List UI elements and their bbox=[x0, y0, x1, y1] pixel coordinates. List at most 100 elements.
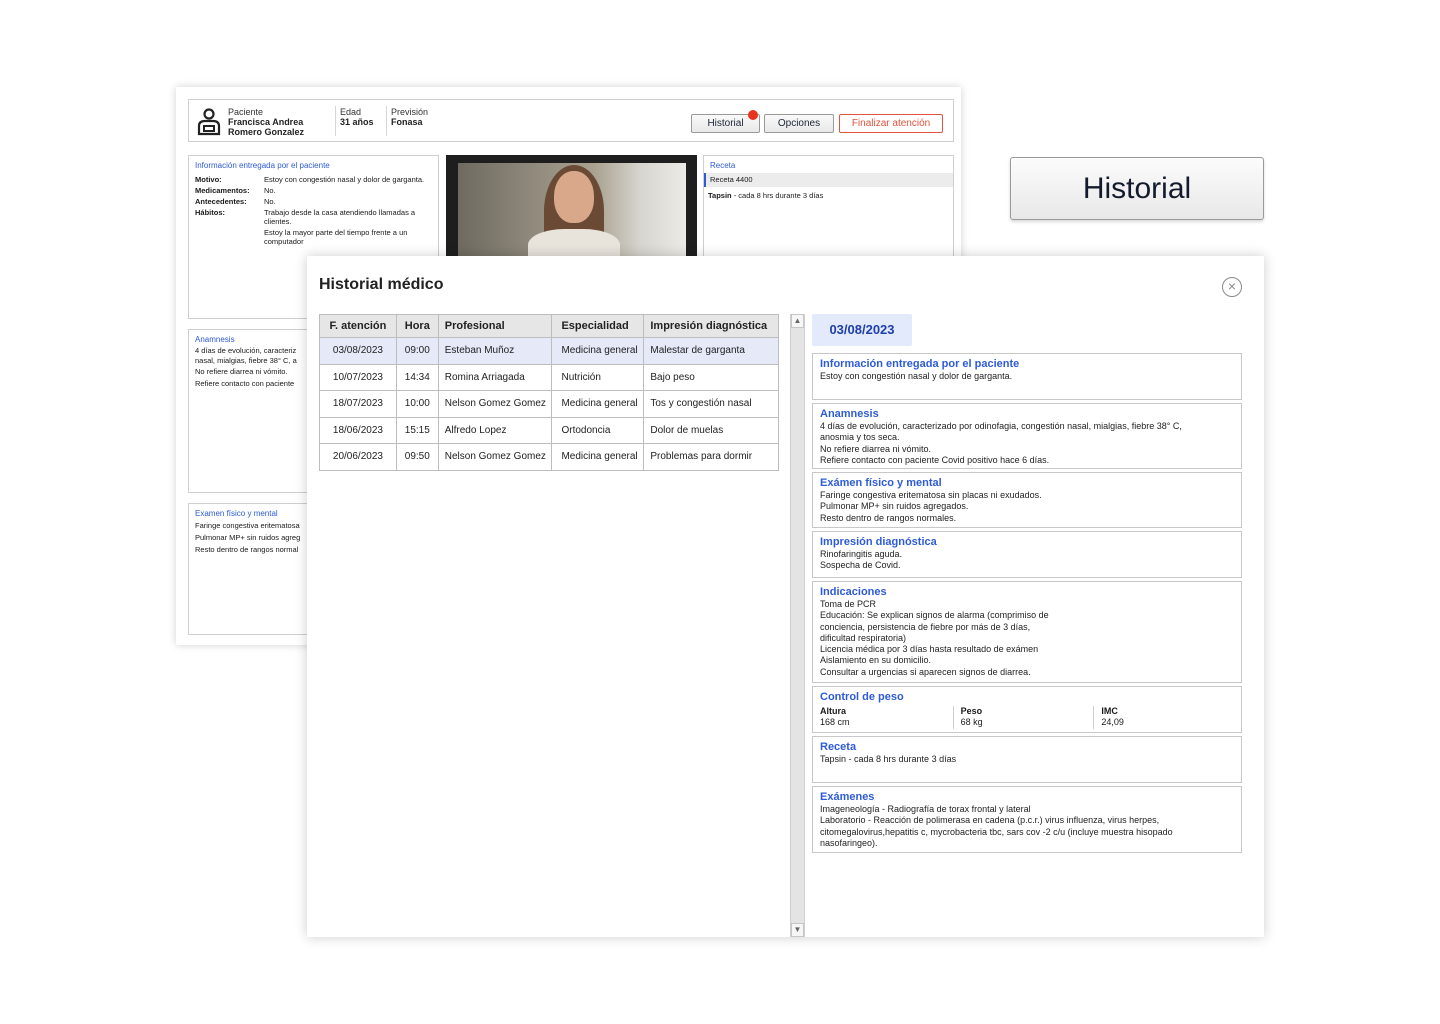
cell-time: 09:50 bbox=[395, 443, 439, 471]
card-line: dificultad respiratoria) bbox=[820, 632, 907, 643]
table-row[interactable]: 10/07/2023 14:34 Romina Arriagada Nutric… bbox=[319, 363, 779, 391]
detail-card-impresion: Impresión diagnóstica Rinofaringitis agu… bbox=[812, 531, 1242, 578]
column-header[interactable]: F. atención bbox=[319, 314, 397, 338]
card-line: nasofaringeo). bbox=[820, 837, 878, 848]
column-header[interactable]: Profesional bbox=[437, 314, 553, 338]
finalizar-atencion-button[interactable]: Finalizar atención bbox=[839, 114, 943, 133]
cell-time: 15:15 bbox=[395, 416, 439, 444]
metric-label: Peso bbox=[960, 706, 983, 716]
column-header[interactable]: Especialidad bbox=[551, 314, 645, 338]
cell-diagnosis: Tos y congestión nasal bbox=[643, 390, 779, 418]
cell-specialty: Medicina general bbox=[551, 443, 645, 471]
receta-panel: Receta Receta 4400 Tapsin - cada 8 hrs d… bbox=[703, 155, 954, 257]
table-row[interactable]: 18/07/2023 10:00 Nelson Gomez Gomez Medi… bbox=[319, 390, 779, 418]
metric-label: IMC bbox=[1101, 706, 1118, 716]
detail-card-receta: Receta Tapsin - cada 8 hrs durante 3 día… bbox=[812, 736, 1242, 783]
video-frame bbox=[458, 163, 686, 257]
card-title: Receta bbox=[820, 741, 857, 753]
column-header[interactable]: Hora bbox=[395, 314, 439, 338]
card-line: Licencia médica por 3 días hasta resulta… bbox=[820, 644, 1039, 655]
cell-professional: Nelson Gomez Gomez bbox=[437, 390, 553, 418]
cell-professional: Romina Arriagada bbox=[437, 363, 553, 391]
card-line: 4 días de evolución, caracterizado por o… bbox=[820, 421, 1182, 431]
participant-face bbox=[554, 171, 594, 223]
video-call-feed[interactable] bbox=[446, 155, 697, 257]
card-line: Tapsin - cada 8 hrs durante 3 días bbox=[820, 754, 957, 764]
card-line: citomegalovirus,hepatitis c, mycrobacter… bbox=[820, 826, 1173, 837]
cell-date: 20/06/2023 bbox=[319, 443, 397, 471]
cell-professional: Esteban Muñoz bbox=[437, 337, 553, 365]
card-line: Educación: Se explican signos de alarma … bbox=[820, 610, 1049, 621]
scrollbar[interactable]: ▲ ▼ bbox=[790, 314, 805, 937]
metric-peso: Peso 68 kg bbox=[952, 706, 1094, 729]
metric-value: 68 kg bbox=[960, 717, 983, 728]
table-row[interactable]: 18/06/2023 15:15 Alfredo Lopez Ortodonci… bbox=[319, 416, 779, 444]
card-title: Exámen físico y mental bbox=[820, 477, 942, 489]
card-line: Faringe congestiva eritematosa sin placa… bbox=[820, 490, 1042, 500]
patient-info-title: Información entregada por el paciente bbox=[195, 161, 330, 170]
insurance-value: Fonasa bbox=[391, 117, 423, 127]
insurance-label: Previsión bbox=[391, 107, 429, 117]
detail-card-info: Información entregada por el paciente Es… bbox=[812, 353, 1242, 400]
cell-date: 03/08/2023 bbox=[319, 337, 397, 365]
detail-card-anamnesis: Anamnesis 4 días de evolución, caracteri… bbox=[812, 403, 1242, 469]
card-title: Anamnesis bbox=[820, 408, 879, 420]
info-row: Antecedentes: No. bbox=[195, 197, 276, 206]
card-line: Laboratorio - Reacción de polimerasa en … bbox=[820, 815, 1160, 826]
historial-modal: Historial médico × F. atención Hora Prof… bbox=[307, 256, 1264, 937]
table-row[interactable]: 03/08/2023 09:00 Esteban Muñoz Medicina … bbox=[319, 337, 779, 365]
card-line: Toma de PCR bbox=[820, 599, 877, 609]
modal-title: Historial médico bbox=[319, 276, 444, 293]
metric-imc: IMC 24,09 bbox=[1093, 706, 1234, 729]
patient-last-name: Romero Gonzalez bbox=[228, 127, 305, 137]
card-line: Consultar a urgencias si aparecen signos… bbox=[820, 666, 1031, 677]
patient-age-block: Edad 31 años bbox=[340, 107, 374, 127]
info-row: Motivo: Estoy con congestión nasal y dolo… bbox=[195, 175, 425, 184]
header-divider bbox=[335, 106, 336, 136]
card-line: Sospecha de Covid. bbox=[820, 560, 901, 571]
receta-selected-item[interactable]: Receta 4400 bbox=[704, 173, 953, 187]
card-line: Estoy con congestión nasal y dolor de ga… bbox=[820, 371, 1013, 381]
card-line: Aislamiento en su domicilio. bbox=[820, 655, 932, 666]
close-icon[interactable]: × bbox=[1222, 277, 1242, 297]
card-line: Rinofaringitis aguda. bbox=[820, 549, 903, 559]
card-line: Resto dentro de rangos normales. bbox=[820, 512, 957, 523]
cell-specialty: Ortodoncia bbox=[551, 416, 645, 444]
card-line: conciencia, persistencia de fiebre por m… bbox=[820, 621, 1031, 632]
chevron-down-icon[interactable]: ▼ bbox=[791, 923, 804, 937]
cell-diagnosis: Dolor de muelas bbox=[643, 416, 779, 444]
table-row[interactable]: 20/06/2023 09:50 Nelson Gomez Gomez Medi… bbox=[319, 443, 779, 471]
cell-specialty: Medicina general bbox=[551, 390, 645, 418]
patient-label: Paciente bbox=[228, 107, 264, 117]
card-line: Pulmonar MP+ sin ruidos agregados. bbox=[820, 501, 969, 512]
patient-header: Paciente Francisca Andrea Romero Gonzale… bbox=[188, 99, 954, 142]
cell-time: 14:34 bbox=[395, 363, 439, 391]
cell-professional: Alfredo Lopez bbox=[437, 416, 553, 444]
detail-card-peso: Control de peso Altura 168 cm Peso 68 kg… bbox=[812, 686, 1242, 733]
table-header-row: F. atención Hora Profesional Especialida… bbox=[319, 314, 779, 338]
selected-date-chip: 03/08/2023 bbox=[812, 314, 912, 346]
chevron-up-icon[interactable]: ▲ bbox=[791, 314, 804, 328]
age-label: Edad bbox=[340, 107, 362, 117]
notification-dot bbox=[748, 110, 758, 120]
card-title: Exámenes bbox=[820, 791, 875, 803]
metric-altura: Altura 168 cm bbox=[820, 706, 953, 729]
metric-value: 168 cm bbox=[820, 717, 850, 728]
cell-specialty: Medicina general bbox=[551, 337, 645, 365]
card-title: Información entregada por el paciente bbox=[820, 358, 1020, 370]
cell-date: 18/07/2023 bbox=[319, 390, 397, 418]
info-row: Hábitos: Trabajo desde la casa atendiendo… bbox=[195, 208, 416, 226]
history-table: F. atención Hora Profesional Especialida… bbox=[319, 314, 779, 471]
cell-diagnosis: Problemas para dormir bbox=[643, 443, 779, 471]
column-header[interactable]: Impresión diagnóstica bbox=[643, 314, 779, 338]
cell-date: 10/07/2023 bbox=[319, 363, 397, 391]
receta-line: Tapsin - cada 8 hrs durante 3 días bbox=[704, 187, 953, 200]
receta-item-name: Tapsin bbox=[708, 191, 732, 200]
opciones-button[interactable]: Opciones bbox=[764, 114, 834, 133]
card-title: Control de peso bbox=[820, 691, 904, 703]
card-line: No refiere diarrea ni vómito. bbox=[820, 443, 932, 454]
metric-label: Altura bbox=[820, 706, 847, 716]
receta-title: Receta bbox=[710, 161, 736, 170]
cell-time: 09:00 bbox=[395, 337, 439, 365]
historial-button-large[interactable]: Historial bbox=[1010, 157, 1264, 220]
